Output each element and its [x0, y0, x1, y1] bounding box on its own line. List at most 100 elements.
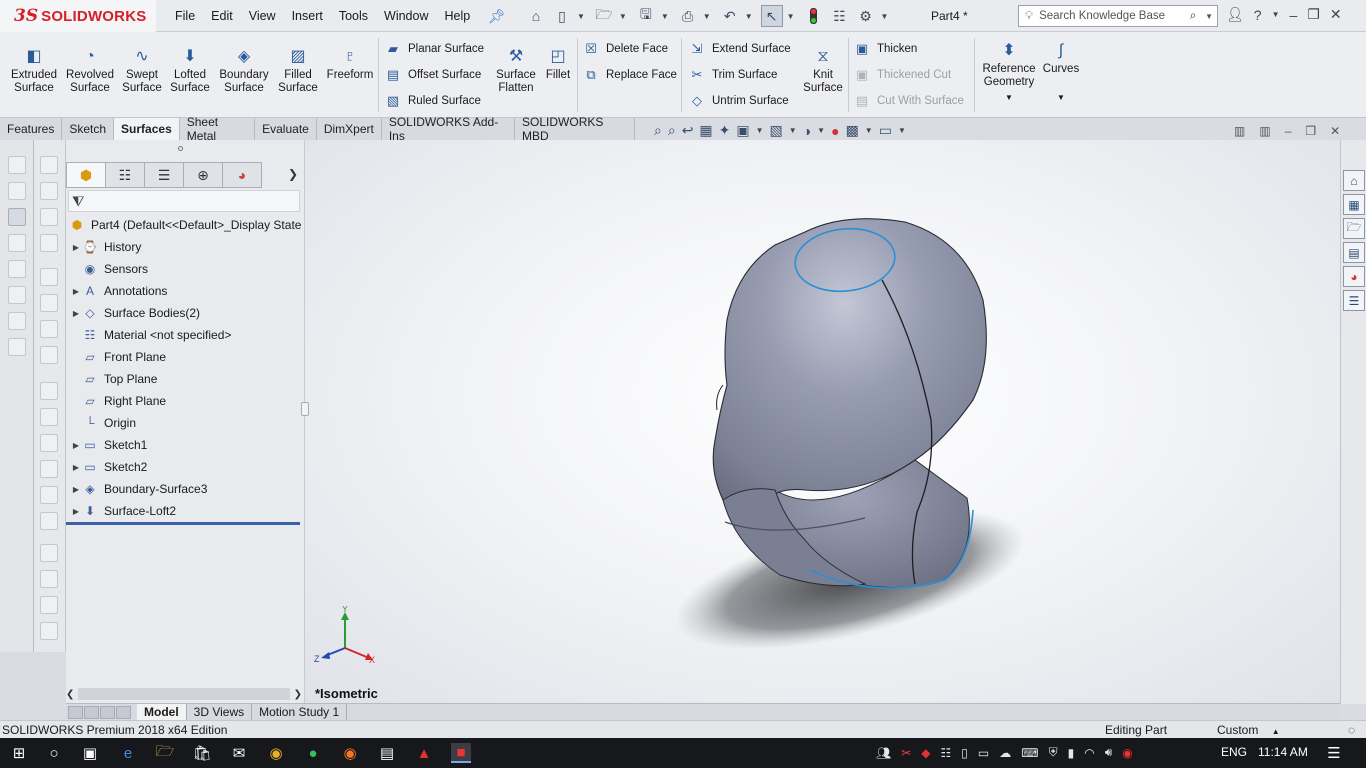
ruled-surface-button[interactable]: ▧ Ruled Surface: [384, 90, 481, 112]
tree-item-surface-bodies-2[interactable]: ▶ ◇ Surface Bodies(2): [66, 302, 304, 324]
space-evenly-icon[interactable]: [40, 544, 58, 562]
pin-menu-icon[interactable]: 📌︎: [488, 8, 506, 25]
select-arrow-icon[interactable]: ↖: [760, 5, 783, 27]
open-dropdown-icon[interactable]: ▼: [619, 12, 627, 21]
tree-item-annotations[interactable]: ▶ A Annotations: [66, 280, 304, 302]
align-top-icon[interactable]: [40, 434, 58, 452]
menu-help[interactable]: Help: [445, 9, 471, 23]
home-icon[interactable]: ⌂: [525, 5, 547, 27]
tab-sketch[interactable]: Sketch: [62, 118, 115, 140]
knit-surface-button[interactable]: ⧖ Knit Surface: [800, 46, 846, 95]
arc-icon[interactable]: [40, 268, 58, 286]
tree-item-right-plane[interactable]: ▱ Right Plane: [66, 390, 304, 412]
tree-item-front-plane[interactable]: ▱ Front Plane: [66, 346, 304, 368]
reference-geometry-button[interactable]: ⬍ Reference Geometry ▼: [980, 40, 1038, 104]
menu-view[interactable]: View: [249, 9, 276, 23]
space-across-icon[interactable]: [40, 570, 58, 588]
tab-evaluate[interactable]: Evaluate: [255, 118, 317, 140]
tab-model[interactable]: Model: [137, 703, 187, 721]
menu-window[interactable]: Window: [384, 9, 428, 23]
tab-solidworks-mbd[interactable]: SOLIDWORKS MBD: [515, 115, 635, 143]
tree-filter[interactable]: ⧨: [68, 190, 300, 212]
rectangle-icon[interactable]: [40, 182, 58, 200]
system-clock[interactable]: 11:14 AM: [1258, 745, 1308, 759]
antivirus-icon[interactable]: ◆: [921, 746, 930, 760]
hide-show-dropdown-icon[interactable]: ▼: [817, 126, 825, 135]
thicken-button[interactable]: ▣ Thicken: [853, 38, 917, 60]
tree-item-surface-loft2[interactable]: ▶ ⬇ Surface-Loft2: [66, 500, 304, 522]
apply-scene-icon[interactable]: ▩: [846, 122, 859, 139]
revolved-surface-button[interactable]: ◔ Revolved Surface: [64, 46, 116, 95]
action-center-icon[interactable]: ☰: [1324, 743, 1344, 763]
display-style-dropdown-icon[interactable]: ▼: [789, 126, 797, 135]
surface-finish-icon[interactable]: [8, 286, 26, 304]
graphics-area[interactable]: Y X Z *Isometric: [301, 140, 1341, 704]
balloon-icon[interactable]: [8, 260, 26, 278]
tree-root-part[interactable]: ⬢ Part4 (Default<<Default>_Display State: [66, 214, 304, 236]
input-language[interactable]: ENG: [1221, 745, 1247, 759]
new-document-icon[interactable]: ▯: [551, 5, 573, 27]
fillet-button[interactable]: ◰ Fillet: [542, 46, 574, 82]
tree-item-material-not-specified[interactable]: ☷ Material <not specified>: [66, 324, 304, 346]
view-palette-icon[interactable]: ▤: [1343, 242, 1365, 263]
acrobat-icon[interactable]: ▲: [414, 743, 434, 763]
expand-arrow-icon[interactable]: ▶: [71, 507, 81, 516]
tree-item-top-plane[interactable]: ▱ Top Plane: [66, 368, 304, 390]
next-tab-icon[interactable]: [100, 705, 115, 719]
solidworks-resources-icon[interactable]: ⌂: [1343, 170, 1365, 191]
display-style-icon[interactable]: ▧: [770, 122, 783, 139]
cut-with-surface-button[interactable]: ▤ Cut With Surface: [853, 90, 964, 112]
status-tooltip-icon[interactable]: ◌: [1348, 723, 1355, 737]
curves-button[interactable]: ∫ Curves ▼: [1040, 40, 1082, 104]
undo-dropdown-icon[interactable]: ▼: [745, 12, 753, 21]
more-tabs-chevron-icon[interactable]: ❯: [288, 167, 298, 181]
tree-item-origin[interactable]: └ Origin: [66, 412, 304, 434]
tab-motion-study-1[interactable]: Motion Study 1: [252, 703, 348, 721]
print-dropdown-icon[interactable]: ▼: [703, 12, 711, 21]
note-icon[interactable]: [8, 234, 26, 252]
edit-appearance-icon[interactable]: ●: [831, 123, 839, 139]
people-icon[interactable]: 👥︎: [876, 746, 891, 760]
align-bottom-icon[interactable]: [40, 460, 58, 478]
mail-icon[interactable]: ✉: [229, 743, 249, 763]
tray-app-icon[interactable]: ☷: [941, 746, 952, 760]
cortana-search-icon[interactable]: ○: [44, 743, 64, 763]
open-folder-icon[interactable]: 🗁︎: [593, 5, 615, 27]
last-tab-icon[interactable]: [116, 705, 131, 719]
usb-icon[interactable]: ▯: [961, 746, 968, 760]
tree-item-sensors[interactable]: ◉ Sensors: [66, 258, 304, 280]
freeform-button[interactable]: ♇ Freeform: [324, 46, 376, 82]
rebuild-traffic-light-icon[interactable]: [803, 5, 825, 27]
search-knowledge-base[interactable]: 💡︎ Search Knowledge Base ⌕ ▼: [1018, 5, 1218, 27]
tree-horizontal-scrollbar[interactable]: ❮ ❯: [66, 686, 302, 702]
smart-dimension-icon[interactable]: [8, 156, 26, 174]
doc-close-icon[interactable]: ✕: [1330, 124, 1340, 138]
property-manager-tab[interactable]: ☷: [105, 162, 145, 188]
search-dropdown-icon[interactable]: ▼: [1205, 12, 1213, 21]
solidworks-logo[interactable]: 3S SOLIDWORKS: [0, 0, 156, 32]
tab-solidworks-add-ins[interactable]: SOLIDWORKS Add-Ins: [382, 115, 516, 143]
slot-icon[interactable]: [40, 208, 58, 226]
print-icon[interactable]: ⎙: [677, 5, 699, 27]
panel-grip-icon[interactable]: [178, 146, 183, 151]
tab-features[interactable]: Features: [0, 118, 63, 140]
select-dropdown-icon[interactable]: ▼: [787, 12, 795, 21]
firefox-icon[interactable]: ◉: [340, 743, 360, 763]
windows-start-icon[interactable]: ⊞: [9, 743, 29, 763]
appearances-icon[interactable]: ◕: [1343, 266, 1365, 287]
collapse-left-icon[interactable]: ▥: [1234, 124, 1245, 138]
model-canvas[interactable]: [305, 140, 1341, 704]
battery-icon[interactable]: ▮: [1068, 746, 1075, 760]
ellipse-icon[interactable]: [40, 346, 58, 364]
keyboard-icon[interactable]: ⌨: [1021, 746, 1038, 760]
restore-icon[interactable]: ❐: [1307, 6, 1320, 23]
onedrive-icon[interactable]: ☁: [999, 746, 1011, 760]
tree-item-sketch2[interactable]: ▶ ▭ Sketch2: [66, 456, 304, 478]
dimxpert-manager-tab[interactable]: ⊕: [183, 162, 223, 188]
doc-restore-icon[interactable]: ❐: [1305, 124, 1316, 138]
view-orientation-icon[interactable]: ▣: [736, 122, 749, 139]
collapse-right-icon[interactable]: ▥: [1259, 124, 1270, 138]
display-manager-tab[interactable]: ◕: [222, 162, 262, 188]
tree-item-boundary-surface3[interactable]: ▶ ◈ Boundary-Surface3: [66, 478, 304, 500]
expand-arrow-icon[interactable]: ▶: [71, 441, 81, 450]
